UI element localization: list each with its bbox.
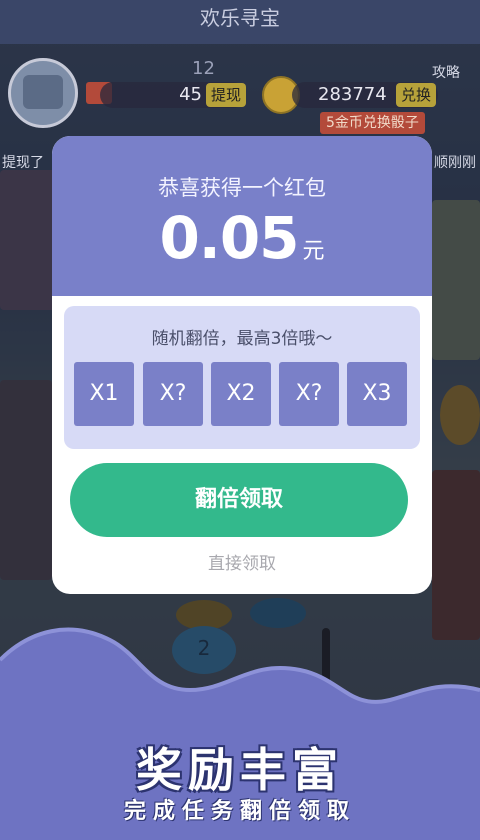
double-claim-button[interactable]: 翻倍领取 bbox=[70, 463, 408, 537]
winner-ticker: 顺刚刚 bbox=[434, 155, 476, 171]
multiplier-cell: X1 bbox=[74, 362, 134, 426]
coins-value: 283774 bbox=[318, 84, 387, 105]
withdraw-ticker: 提现了 bbox=[2, 155, 44, 171]
app-title-bar: 欢乐寻宝 bbox=[0, 0, 480, 44]
multiplier-cell: X? bbox=[143, 362, 203, 426]
amount-value: 0.05 bbox=[159, 204, 299, 272]
level-indicator: 12 bbox=[192, 58, 215, 79]
red-packet-modal: 恭喜获得一个红包 0.05 元 随机翻倍，最高3倍哦～ X1 X? X2 X? X… bbox=[52, 136, 432, 594]
reward-amount: 0.05 元 bbox=[52, 204, 432, 272]
multiplier-label: 随机翻倍，最高3倍哦～ bbox=[151, 329, 333, 349]
multiplier-cells: X1 X? X2 X? X3 bbox=[74, 362, 410, 428]
cash-value: 45 bbox=[179, 84, 202, 105]
banner-subline: 完成任务翻倍领取 bbox=[123, 799, 356, 824]
withdraw-button[interactable]: 提现 bbox=[206, 83, 246, 107]
multiplier-cell: X3 bbox=[347, 362, 407, 426]
banner-headline: 奖励丰富 bbox=[136, 743, 344, 797]
page-title: 欢乐寻宝 bbox=[200, 6, 280, 30]
modal-title: 恭喜获得一个红包 bbox=[158, 176, 326, 200]
exchange-hint: 5金币兑换骰子 bbox=[320, 112, 425, 134]
strategy-link[interactable]: 攻略 bbox=[432, 62, 460, 82]
multiplier-cell: X2 bbox=[211, 362, 271, 426]
multiplier-cell: X? bbox=[279, 362, 339, 426]
direct-claim-link[interactable]: 直接领取 bbox=[52, 549, 432, 574]
avatar[interactable] bbox=[8, 58, 78, 128]
exchange-button[interactable]: 兑换 bbox=[396, 83, 436, 107]
modal-header: 恭喜获得一个红包 0.05 元 bbox=[52, 136, 432, 296]
multiplier-panel: 随机翻倍，最高3倍哦～ X1 X? X2 X? X3 bbox=[64, 306, 420, 449]
amount-unit: 元 bbox=[302, 239, 325, 264]
